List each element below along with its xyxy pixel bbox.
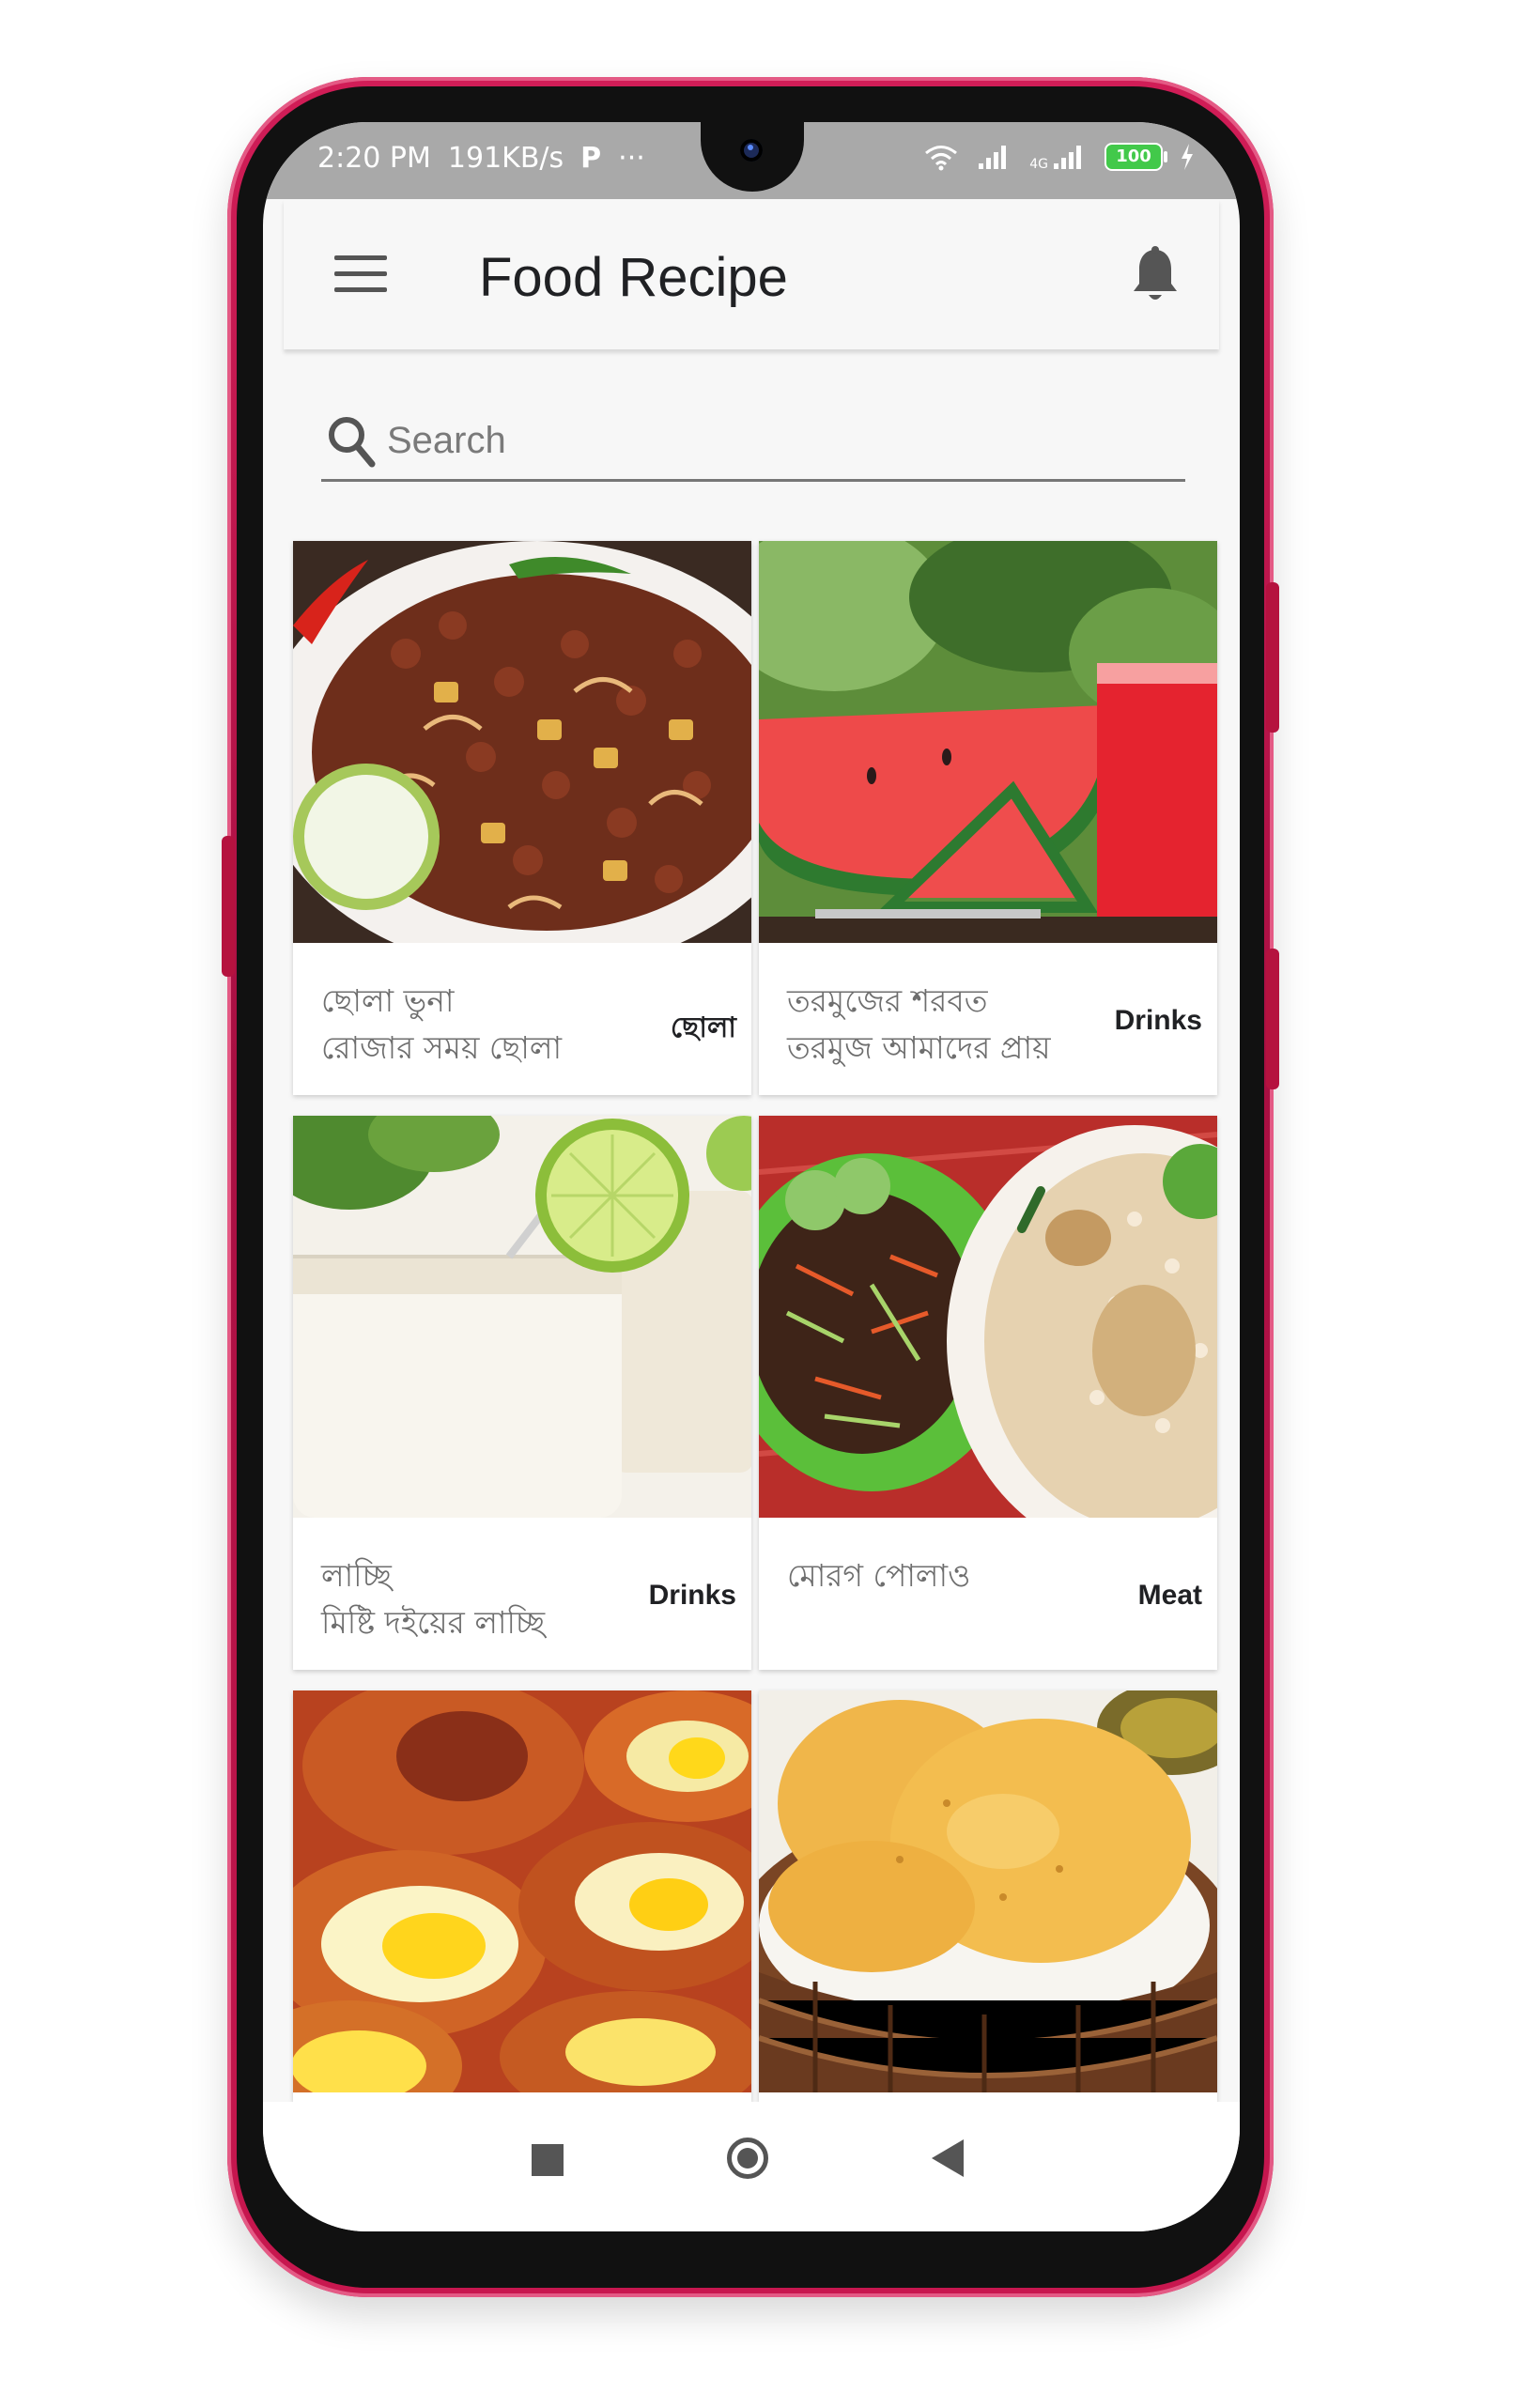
- recipe-card[interactable]: [759, 1690, 1217, 2102]
- app-bar: Food Recipe: [284, 199, 1219, 349]
- camera-icon: [740, 139, 763, 162]
- home-circle-icon[interactable]: [727, 2138, 768, 2179]
- search-icon: [329, 417, 376, 468]
- recipe-info: মোরগ পোলাও Meat: [759, 1518, 1217, 1670]
- recipe-info: তরমুজের শরবত তরমুজ আমাদের প্রায় Drinks: [759, 943, 1217, 1095]
- watermelon-juice-image: [759, 541, 1217, 943]
- recipe-card[interactable]: লাচ্ছি মিষ্টি দইয়ের লাচ্ছি Drinks: [293, 1116, 751, 1670]
- p-icon: P: [580, 142, 602, 175]
- status-time: 2:20 PM: [317, 142, 431, 175]
- recipe-category: ছোলা: [670, 1012, 736, 1043]
- camera-notch: [701, 122, 804, 192]
- puri-basket-image: [759, 1690, 1217, 2092]
- recipe-title: ছোলা ভুনা: [321, 982, 455, 1019]
- recipe-subtitle: তরমুজ আমাদের প্রায়: [787, 1029, 1051, 1066]
- hamburger-menu-icon[interactable]: [334, 255, 387, 293]
- chickpea-dish-image: [293, 541, 751, 943]
- navigation-bar: [263, 2102, 1240, 2231]
- recipe-card[interactable]: তরমুজের শরবত তরমুজ আমাদের প্রায় Drinks: [759, 541, 1217, 1095]
- battery-level: 100: [1116, 147, 1151, 166]
- more-icon: ···: [618, 142, 645, 175]
- recents-square-icon[interactable]: [532, 2144, 564, 2176]
- phone-screen: 2:20 PM 191KB/s P ··· 4G 100 Food Recipe…: [263, 122, 1240, 2231]
- lassi-glasses-image: [293, 1116, 751, 1518]
- recipe-category: Drinks: [1114, 1005, 1202, 1036]
- recipe-card[interactable]: মোরগ পোলাও Meat: [759, 1116, 1217, 1670]
- charging-icon: [1182, 144, 1193, 170]
- status-speed: 191KB/s: [447, 142, 564, 175]
- signal-icon: [979, 146, 1007, 169]
- recipe-card[interactable]: ছোলা ভুনা রোজার সময় ছোলা ছোলা: [293, 541, 751, 1095]
- recipe-subtitle: মিষ্টি দইয়ের লাচ্ছি: [321, 1604, 546, 1641]
- recipe-card[interactable]: [293, 1690, 751, 2102]
- app-title: Food Recipe: [479, 247, 788, 308]
- volume-button: [222, 836, 235, 977]
- recipe-category: Meat: [1137, 1580, 1202, 1611]
- wifi-icon: [925, 146, 958, 171]
- side-button: [1266, 949, 1279, 1089]
- status-bar: 2:20 PM 191KB/s P ··· 4G 100: [263, 122, 1240, 199]
- recipe-info: ছোলা ভুনা রোজার সময় ছোলা ছোলা: [293, 943, 751, 1095]
- recipe-subtitle: রোজার সময় ছোলা: [321, 1029, 563, 1066]
- recipe-title: মোরগ পোলাও: [787, 1557, 971, 1594]
- recipe-title: লাচ্ছি: [321, 1557, 392, 1594]
- morog-polao-image: [759, 1116, 1217, 1518]
- network-4g-icon: 4G: [1029, 143, 1088, 171]
- search-bar: [321, 404, 1185, 482]
- search-input[interactable]: [385, 413, 1159, 468]
- battery-icon: 100: [1105, 143, 1167, 171]
- back-triangle-icon[interactable]: [932, 2139, 964, 2177]
- power-button: [1266, 582, 1279, 733]
- recipe-title: তরমুজের শরবত: [787, 982, 988, 1019]
- recipe-info: লাচ্ছি মিষ্টি দইয়ের লাচ্ছি Drinks: [293, 1518, 751, 1670]
- recipe-category: Drinks: [648, 1580, 736, 1611]
- egg-chop-image: [293, 1690, 751, 2092]
- notification-bell-icon[interactable]: [1129, 246, 1182, 304]
